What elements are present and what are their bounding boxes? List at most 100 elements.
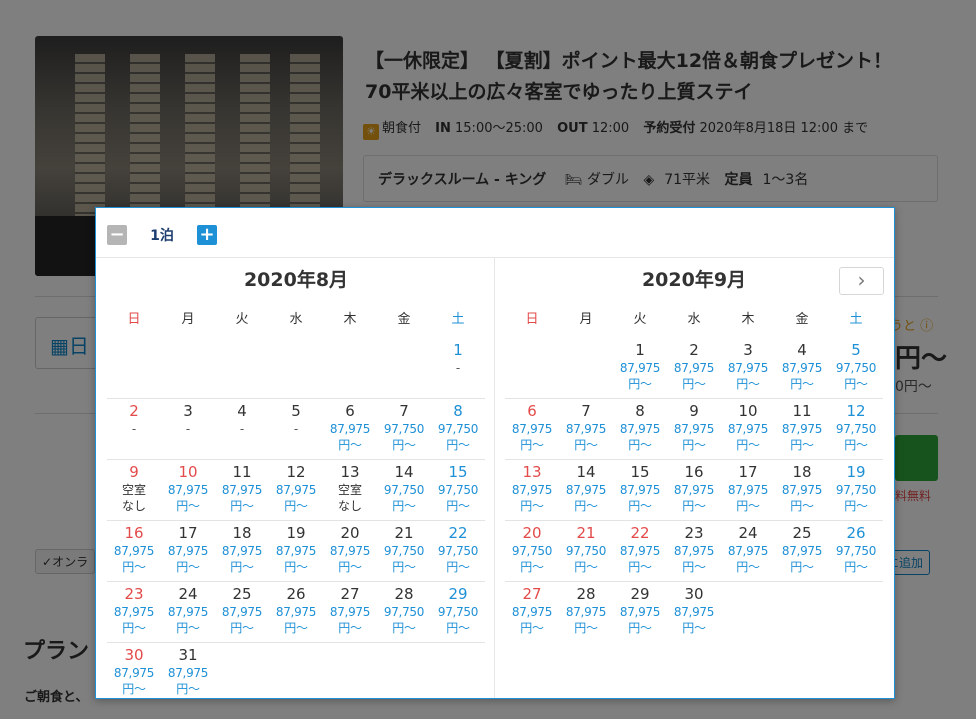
- weekday-label: 木: [741, 312, 755, 327]
- calendar-day-cell[interactable]: 10 87,975 円〜: [721, 399, 775, 459]
- calendar-day-cell[interactable]: 21 97,750 円〜: [559, 521, 613, 581]
- month-divider: [494, 258, 495, 698]
- decrease-nights-button[interactable]: −: [107, 225, 127, 245]
- calendar-day-cell[interactable]: 24 87,975 円〜: [161, 582, 215, 642]
- calendar-day-cell[interactable]: 20 97,750 円〜: [505, 521, 559, 581]
- calendar-day-cell[interactable]: 22 97,750 円〜: [431, 521, 485, 581]
- calendar-day-cell[interactable]: 16 87,975 円〜: [107, 521, 161, 581]
- calendar-day-cell[interactable]: 19 87,975 円〜: [269, 521, 323, 581]
- calendar-day-cell[interactable]: 11 87,975 円〜: [215, 460, 269, 520]
- day-price: 円〜: [230, 621, 254, 635]
- calendar-day-cell[interactable]: 6 87,975 円〜: [505, 399, 559, 459]
- day-price: 円〜: [736, 499, 760, 513]
- calendar-day-cell[interactable]: 5 97,750 円〜: [829, 338, 883, 398]
- calendar-day-cell[interactable]: 26 97,750 円〜: [829, 521, 883, 581]
- day-price: 円〜: [392, 438, 416, 452]
- day-number: 14: [576, 463, 596, 481]
- calendar-day-cell[interactable]: 12 97,750 円〜: [829, 399, 883, 459]
- calendar-day-cell[interactable]: 2 87,975 円〜: [667, 338, 721, 398]
- increase-nights-button[interactable]: +: [197, 225, 217, 245]
- day-number: 23: [124, 585, 144, 603]
- calendar-day-cell[interactable]: 19 97,750 円〜: [829, 460, 883, 520]
- calendar-day-cell: 5-: [269, 399, 323, 459]
- calendar-day-cell[interactable]: 23 87,975 円〜: [667, 521, 721, 581]
- calendar-day-cell[interactable]: 30 87,975 円〜: [667, 582, 721, 643]
- calendar-day-cell[interactable]: 1 87,975 円〜: [613, 338, 667, 398]
- day-price: 87,975: [113, 544, 155, 558]
- weekday-label: 火: [235, 312, 249, 327]
- day-price: 円〜: [682, 560, 706, 574]
- calendar-day-cell[interactable]: 6 87,975 円〜: [323, 399, 377, 459]
- calendar-day-cell[interactable]: 22 87,975 円〜: [613, 521, 667, 581]
- calendar-day-cell[interactable]: 27 87,975 円〜: [505, 582, 559, 643]
- day-number: 21: [576, 524, 596, 542]
- calendar-day-cell[interactable]: 15 97,750 円〜: [431, 460, 485, 520]
- calendar-day-cell[interactable]: 20 87,975 円〜: [323, 521, 377, 581]
- day-price: 87,975: [673, 361, 715, 375]
- calendar-day-cell[interactable]: 17 87,975 円〜: [721, 460, 775, 520]
- day-price: 円〜: [520, 560, 544, 574]
- day-number: 24: [178, 585, 198, 603]
- day-price: 97,750: [437, 483, 479, 497]
- calendar-day-cell[interactable]: 25 87,975 円〜: [775, 521, 829, 581]
- calendar-day-cell[interactable]: 29 87,975 円〜: [613, 582, 667, 643]
- day-number: 9: [689, 402, 699, 420]
- weekday-header: 日月火水木金土: [107, 310, 485, 338]
- calendar-day-cell[interactable]: 30 87,975 円〜: [107, 643, 161, 704]
- calendar-day-cell[interactable]: 3 87,975 円〜: [721, 338, 775, 398]
- day-number: 2: [689, 341, 699, 359]
- day-price: 87,975: [511, 483, 553, 497]
- calendar-day-cell[interactable]: 28 87,975 円〜: [559, 582, 613, 643]
- calendar-day-cell[interactable]: 13 87,975 円〜: [505, 460, 559, 520]
- day-price: 87,975: [781, 544, 823, 558]
- calendar-day-cell[interactable]: 7 97,750 円〜: [377, 399, 431, 459]
- calendar-day-cell[interactable]: 9 87,975 円〜: [667, 399, 721, 459]
- calendar-day-cell[interactable]: 23 87,975 円〜: [107, 582, 161, 642]
- calendar-day-cell[interactable]: 11 87,975 円〜: [775, 399, 829, 459]
- day-number: 14: [394, 463, 414, 481]
- day-availability: 空室: [337, 483, 362, 497]
- day-number: 10: [738, 402, 758, 420]
- weekday-label: 日: [127, 312, 141, 327]
- calendar-day-cell[interactable]: 26 87,975 円〜: [269, 582, 323, 642]
- day-availability: -: [455, 361, 461, 375]
- weekday-label: 木: [343, 312, 357, 327]
- calendar-day-cell[interactable]: 4 87,975 円〜: [775, 338, 829, 398]
- calendar-week-row: 2-3-4-5-6 87,975 円〜 7 97,750 円〜 8 97,750 円〜: [107, 399, 485, 460]
- day-number: 13: [340, 463, 360, 481]
- calendar-day-cell[interactable]: 21 97,750 円〜: [377, 521, 431, 581]
- calendar-day-cell[interactable]: 12 87,975 円〜: [269, 460, 323, 520]
- day-price: 円〜: [446, 438, 470, 452]
- day-price: 87,975: [221, 544, 263, 558]
- calendar-day-cell: 13 空室 なし: [323, 460, 377, 520]
- calendar-day-cell: 2-: [107, 399, 161, 459]
- calendar-week-row: 1-: [107, 338, 485, 399]
- calendar-day-cell[interactable]: 25 87,975 円〜: [215, 582, 269, 642]
- calendar-empty-cell: [161, 338, 215, 398]
- calendar-day-cell[interactable]: 7 87,975 円〜: [559, 399, 613, 459]
- calendar-day-cell[interactable]: 31 87,975 円〜: [161, 643, 215, 704]
- day-number: 18: [232, 524, 252, 542]
- calendar-day-cell[interactable]: 24 87,975 円〜: [721, 521, 775, 581]
- calendar-day-cell[interactable]: 8 97,750 円〜: [431, 399, 485, 459]
- calendar-day-cell[interactable]: 27 87,975 円〜: [323, 582, 377, 642]
- calendar-day-cell[interactable]: 17 87,975 円〜: [161, 521, 215, 581]
- calendar-day-cell[interactable]: 14 87,975 円〜: [559, 460, 613, 520]
- calendar-day-cell[interactable]: 10 87,975 円〜: [161, 460, 215, 520]
- day-price: 87,975: [221, 605, 263, 619]
- day-price: 円〜: [574, 499, 598, 513]
- nights-count: 1泊: [150, 228, 174, 244]
- calendar-day-cell[interactable]: 18 87,975 円〜: [775, 460, 829, 520]
- calendar-day-cell[interactable]: 14 97,750 円〜: [377, 460, 431, 520]
- calendar-day-cell[interactable]: 8 87,975 円〜: [613, 399, 667, 459]
- calendar-day-cell[interactable]: 28 97,750 円〜: [377, 582, 431, 642]
- calendar-day-cell[interactable]: 18 87,975 円〜: [215, 521, 269, 581]
- weekday-label: 日: [525, 312, 539, 327]
- day-price: 87,975: [167, 544, 209, 558]
- day-price: 87,975: [167, 605, 209, 619]
- calendar-day-cell[interactable]: 29 97,750 円〜: [431, 582, 485, 642]
- calendar-day-cell[interactable]: 15 87,975 円〜: [613, 460, 667, 520]
- calendar-day-cell[interactable]: 16 87,975 円〜: [667, 460, 721, 520]
- day-number: 12: [286, 463, 306, 481]
- day-number: 6: [527, 402, 537, 420]
